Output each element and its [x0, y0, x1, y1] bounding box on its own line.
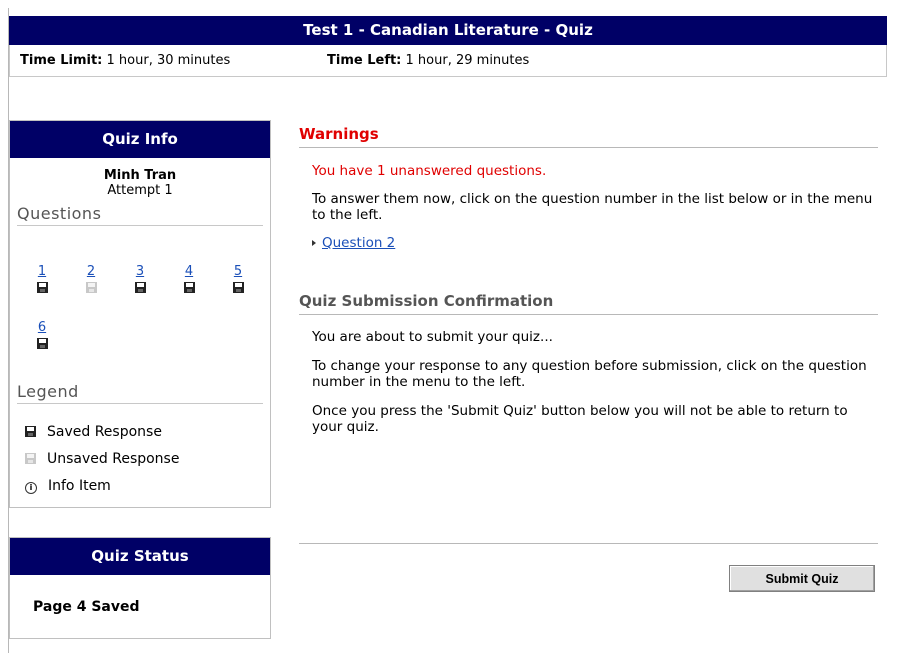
- question-item-3[interactable]: 3: [130, 264, 150, 293]
- confirmation-line-3: Once you press the 'Submit Quiz' button …: [312, 403, 848, 435]
- saved-disk-icon: [183, 282, 195, 293]
- quiz-info-title: Quiz Info: [10, 121, 270, 158]
- time-left: Time Left: 1 hour, 29 minutes: [327, 45, 529, 76]
- unsaved-disk-icon: [85, 282, 97, 293]
- saved-disk-icon: [25, 426, 36, 437]
- legend-unsaved-label: Unsaved Response: [47, 451, 180, 467]
- question-link-4[interactable]: 4: [179, 264, 199, 280]
- question-item-1[interactable]: 1: [32, 264, 52, 293]
- quiz-title-bar: Test 1 - Canadian Literature - Quiz: [9, 16, 887, 45]
- time-limit: Time Limit: 1 hour, 30 minutes: [20, 45, 230, 76]
- question-item-4[interactable]: 4: [179, 264, 199, 293]
- unsaved-disk-icon: [25, 453, 36, 464]
- warning-instruction: To answer them now, click on the questio…: [312, 191, 873, 223]
- warning-message: You have 1 unanswered questions.: [312, 163, 547, 179]
- legend-saved: Saved Response: [25, 422, 162, 442]
- quiz-status-title: Quiz Status: [10, 538, 270, 575]
- time-bar: Time Limit: 1 hour, 30 minutes Time Left…: [9, 45, 887, 77]
- time-limit-label: Time Limit:: [20, 53, 103, 68]
- saved-disk-icon: [134, 282, 146, 293]
- legend-heading: Legend: [17, 382, 263, 404]
- divider: [299, 543, 878, 544]
- question-item-6[interactable]: 6: [32, 320, 52, 349]
- questions-heading: Questions: [17, 204, 263, 226]
- confirmation-title: Quiz Submission Confirmation: [299, 292, 878, 315]
- bullet-arrow-icon: [312, 240, 316, 246]
- legend-info-label: Info Item: [48, 478, 111, 494]
- quiz-status-text: Page 4 Saved: [33, 599, 140, 615]
- unanswered-question-item: Question 2: [312, 235, 878, 251]
- question-link-6[interactable]: 6: [32, 320, 52, 336]
- quiz-info-panel: Quiz Info Minh Tran Attempt 1 Questions …: [9, 120, 271, 508]
- saved-disk-icon: [36, 282, 48, 293]
- question-item-5[interactable]: 5: [228, 264, 248, 293]
- saved-disk-icon: [232, 282, 244, 293]
- quiz-title: Test 1 - Canadian Literature - Quiz: [303, 21, 593, 39]
- question-link-5[interactable]: 5: [228, 264, 248, 280]
- legend-info: i Info Item: [25, 476, 111, 496]
- time-limit-value: 1 hour, 30 minutes: [106, 53, 231, 68]
- saved-disk-icon: [36, 338, 48, 349]
- info-icon: i: [25, 482, 37, 494]
- time-left-label: Time Left:: [327, 53, 402, 68]
- question-link-1[interactable]: 1: [32, 264, 52, 280]
- user-name: Minh Tran: [103, 168, 177, 183]
- main-content: Warnings You have 1 unanswered questions…: [299, 125, 878, 435]
- legend-unsaved: Unsaved Response: [25, 449, 179, 469]
- legend-saved-label: Saved Response: [47, 424, 162, 440]
- confirmation-line-2: To change your response to any question …: [312, 358, 867, 390]
- submit-quiz-button[interactable]: Submit Quiz: [729, 565, 875, 592]
- question-link-3[interactable]: 3: [130, 264, 150, 280]
- quiz-status-panel: Quiz Status Page 4 Saved: [9, 537, 271, 639]
- confirmation-line-1: You are about to submit your quiz...: [312, 329, 553, 345]
- question-link-2[interactable]: 2: [81, 264, 101, 280]
- attempt-label: Attempt 1: [107, 183, 173, 198]
- time-left-value: 1 hour, 29 minutes: [405, 53, 530, 68]
- question-2-link[interactable]: Question 2: [322, 235, 395, 251]
- warnings-title: Warnings: [299, 125, 878, 148]
- question-item-2[interactable]: 2: [81, 264, 101, 293]
